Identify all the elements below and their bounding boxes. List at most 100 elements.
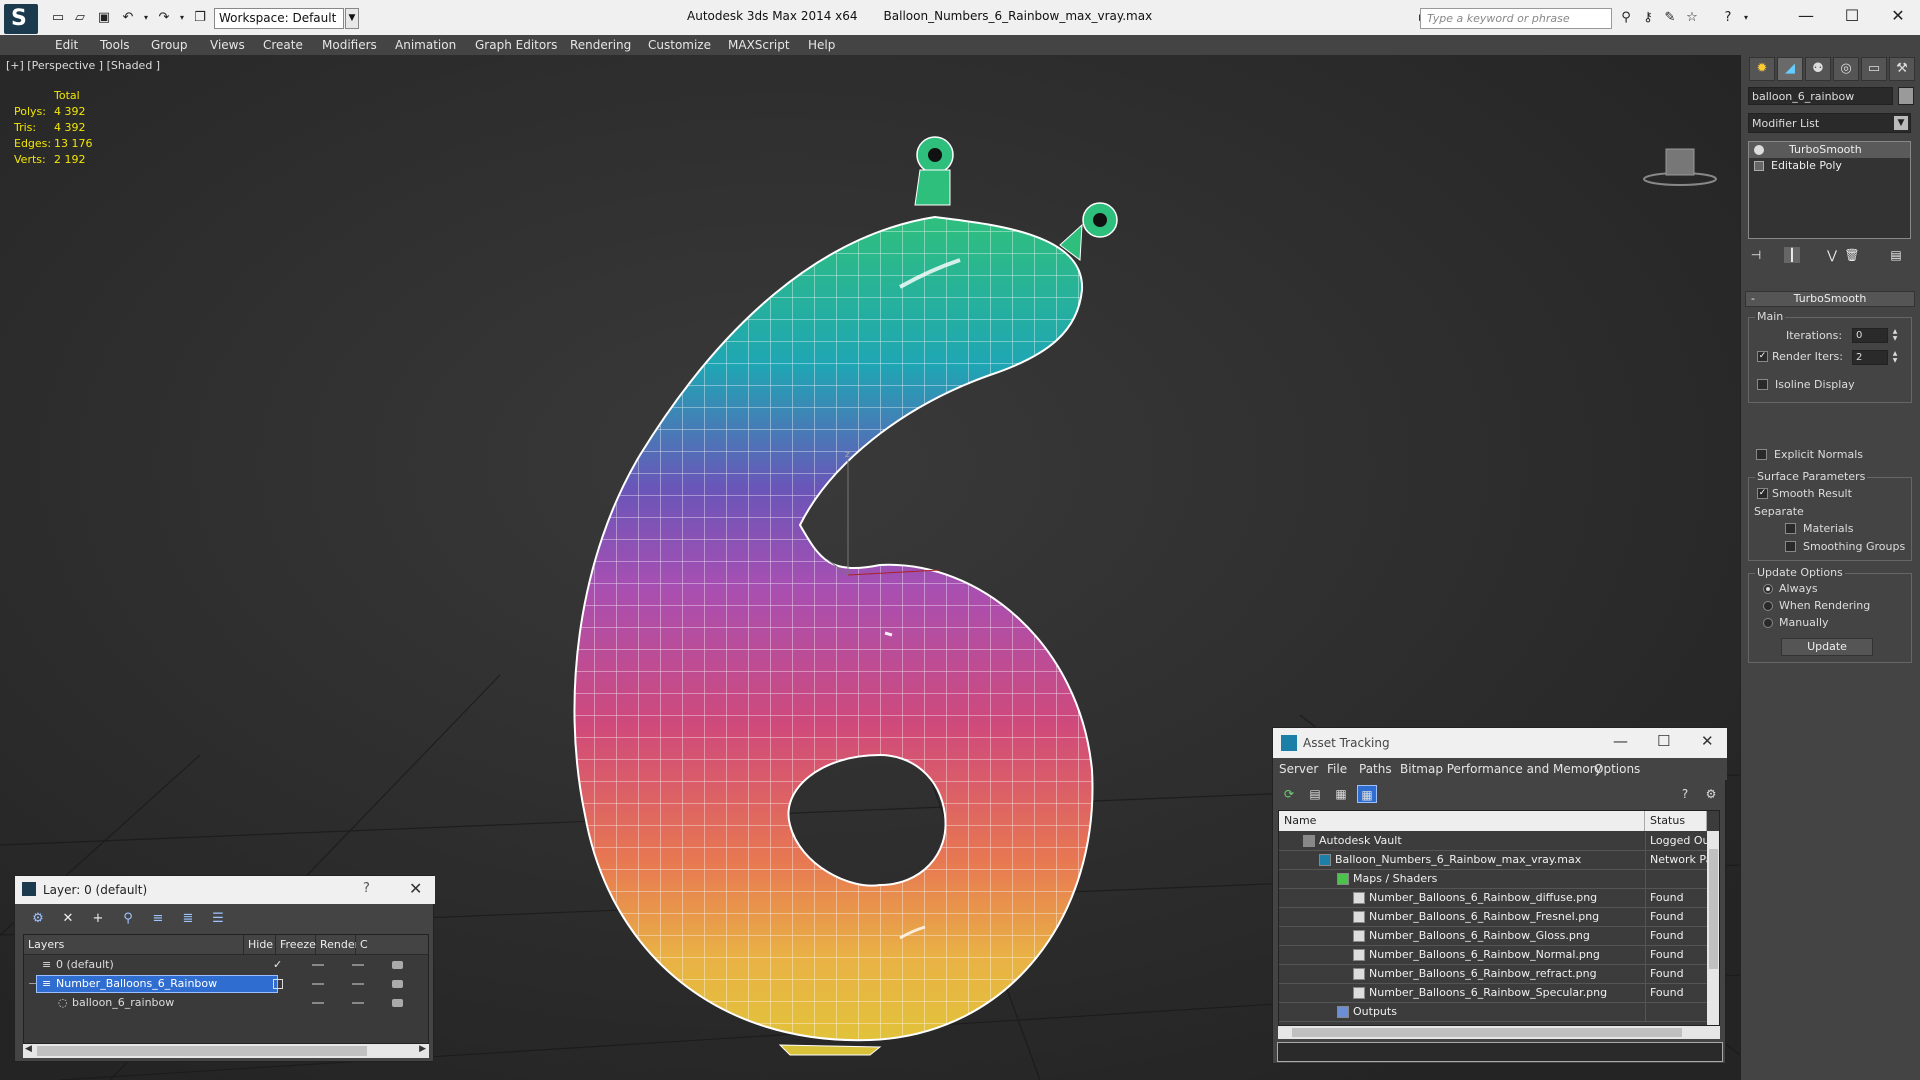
expand-plus-icon[interactable] <box>1754 161 1764 171</box>
layer-settings-icon[interactable]: ⚙ <box>29 910 47 928</box>
favorites-star-icon[interactable]: ☆ <box>1684 11 1700 25</box>
scroll-thumb[interactable] <box>1709 849 1718 969</box>
open-file-icon[interactable]: ▱ <box>72 11 88 25</box>
iterations-spinner[interactable]: 0 <box>1852 328 1888 343</box>
menu-group[interactable]: Group <box>151 38 188 52</box>
always-radio[interactable] <box>1763 584 1773 594</box>
hide-toggle[interactable] <box>312 964 324 966</box>
scroll-right-icon[interactable]: ▶ <box>419 1044 426 1054</box>
hide-toggle[interactable] <box>312 983 324 985</box>
minimize-button[interactable]: — <box>1613 732 1628 750</box>
close-button[interactable]: ✕ <box>1880 4 1916 28</box>
scroll-thumb[interactable] <box>37 1046 367 1056</box>
menu-graph-editors[interactable]: Graph Editors <box>475 38 557 52</box>
column-hide[interactable]: Hide <box>244 935 276 955</box>
show-end-result-icon[interactable]: ┃ <box>1784 247 1800 263</box>
when-rendering-radio[interactable] <box>1763 601 1773 611</box>
freeze-toggle[interactable] <box>352 1002 364 1004</box>
column-status[interactable]: Status <box>1645 811 1707 831</box>
hide-toggle[interactable] <box>312 1002 324 1004</box>
asset-tracking-titlebar[interactable]: Asset Tracking — ☐ ✕ <box>1273 728 1727 758</box>
add-layer-icon[interactable]: + <box>89 910 107 928</box>
menu-edit[interactable]: Edit <box>55 38 78 52</box>
scroll-thumb[interactable] <box>1292 1028 1682 1037</box>
maximize-button[interactable]: ☐ <box>1834 4 1870 28</box>
menu-maxscript[interactable]: MAXScript <box>728 38 790 52</box>
render-teapot-icon[interactable] <box>392 999 403 1007</box>
scroll-left-icon[interactable]: ◀ <box>25 1044 32 1054</box>
redo-dropdown-icon[interactable]: ▾ <box>174 11 190 25</box>
viewport-label[interactable]: [+] [Perspective ] [Shaded ] <box>6 59 160 72</box>
layer-dialog-titlebar[interactable]: Layer: 0 (default) ? ✕ <box>15 876 435 904</box>
menu-animation[interactable]: Animation <box>395 38 456 52</box>
object-name-field[interactable]: balloon_6_rainbow <box>1748 87 1893 105</box>
asset-horizontal-scrollbar[interactable] <box>1278 1026 1720 1039</box>
stack-item-turbosmooth[interactable]: TurboSmooth <box>1749 142 1910 158</box>
undo-icon[interactable]: ↶ <box>120 11 136 25</box>
asset-row[interactable]: Number_Balloons_6_Rainbow_Fresnel.png Fo… <box>1279 908 1707 927</box>
undo-dropdown-icon[interactable]: ▾ <box>138 11 154 25</box>
asset-row[interactable]: Outputs <box>1279 1003 1707 1022</box>
motion-tab-icon[interactable]: ◎ <box>1833 57 1859 81</box>
refresh-icon[interactable]: ⟳ <box>1279 785 1299 803</box>
help-dropdown-icon[interactable]: ▾ <box>1738 11 1754 25</box>
asset-row[interactable]: Number_Balloons_6_Rainbow_Normal.png Fou… <box>1279 946 1707 965</box>
menu-options[interactable]: Options <box>1594 762 1640 776</box>
active-layer-check-icon[interactable]: ✓ <box>273 956 282 974</box>
explicit-normals-checkbox[interactable] <box>1756 449 1767 460</box>
tree-view-icon[interactable]: ▦ <box>1331 785 1351 803</box>
freeze-toggle[interactable] <box>352 964 364 966</box>
menu-bitmap-performance[interactable]: Bitmap Performance and Memory <box>1400 762 1602 776</box>
layer-row-default[interactable]: ≡ 0 (default) ✓ <box>24 956 428 974</box>
settings-icon[interactable]: ⚙ <box>1701 785 1721 803</box>
column-layers[interactable]: Layers <box>24 935 244 955</box>
render-iters-checkbox[interactable]: ✓ <box>1757 351 1768 362</box>
freeze-toggle[interactable] <box>352 983 364 985</box>
menu-file[interactable]: File <box>1327 762 1347 776</box>
help-icon[interactable]: ? <box>1720 11 1736 25</box>
minimize-button[interactable]: — <box>1788 4 1824 28</box>
workspace-dropdown-button[interactable]: ▼ <box>345 8 359 29</box>
asset-row[interactable]: Number_Balloons_6_Rainbow_refract.png Fo… <box>1279 965 1707 984</box>
menu-modifiers[interactable]: Modifiers <box>322 38 377 52</box>
app-menu-button[interactable]: S <box>4 4 38 34</box>
list-view-icon[interactable]: ▤ <box>1305 785 1325 803</box>
menu-create[interactable]: Create <box>263 38 303 52</box>
render-teapot-icon[interactable] <box>392 961 403 969</box>
modifier-list-dropdown[interactable]: Modifier List ▼ <box>1748 113 1911 133</box>
active-layer-box-icon[interactable] <box>273 979 283 989</box>
menu-customize[interactable]: Customize <box>648 38 711 52</box>
column-name[interactable]: Name <box>1279 811 1645 831</box>
delete-layer-icon[interactable]: ✕ <box>59 910 77 928</box>
communication-icon[interactable]: ✎ <box>1662 11 1678 25</box>
maximize-button[interactable]: ☐ <box>1657 732 1670 750</box>
select-objects-icon[interactable]: ⚲ <box>119 910 137 928</box>
layer-row-number-balloons[interactable]: − ≡ Number_Balloons_6_Rainbow <box>24 975 428 993</box>
utilities-tab-icon[interactable]: ⚒ <box>1889 57 1915 81</box>
project-folder-icon[interactable]: ❐ <box>192 11 208 25</box>
search-input[interactable]: Type a keyword or phrase <box>1420 8 1612 29</box>
manually-radio[interactable] <box>1763 618 1773 628</box>
column-freeze[interactable]: Freeze <box>276 935 316 955</box>
save-icon[interactable]: ▣ <box>96 11 112 25</box>
help-icon[interactable]: ? <box>1675 785 1695 803</box>
layer-horizontal-scrollbar[interactable]: ◀ ▶ <box>23 1044 429 1058</box>
render-teapot-icon[interactable] <box>392 980 403 988</box>
rollout-header[interactable]: - TurboSmooth <box>1745 291 1915 307</box>
menu-paths[interactable]: Paths <box>1359 762 1392 776</box>
make-unique-icon[interactable]: ⋁ <box>1824 247 1840 263</box>
highlight-layer-icon[interactable]: ≡ <box>149 910 167 928</box>
asset-row[interactable]: Number_Balloons_6_Rainbow_diffuse.png Fo… <box>1279 889 1707 908</box>
asset-row[interactable]: Number_Balloons_6_Rainbow_Gloss.png Foun… <box>1279 927 1707 946</box>
configure-sets-icon[interactable]: ▤ <box>1888 247 1904 263</box>
asset-row[interactable]: Maps / Shaders <box>1279 870 1707 889</box>
collapse-icon[interactable]: − <box>28 975 37 993</box>
display-tab-icon[interactable]: ▭ <box>1861 57 1887 81</box>
smooth-result-checkbox[interactable]: ✓ <box>1757 488 1768 499</box>
help-icon[interactable]: ? <box>363 881 370 896</box>
asset-row[interactable]: Number_Balloons_6_Rainbow_Specular.png F… <box>1279 984 1707 1003</box>
spinner-arrows-icon[interactable]: ▲ ▼ <box>1890 328 1900 343</box>
freeze-all-icon[interactable]: ☰ <box>209 910 227 928</box>
asset-vertical-scrollbar[interactable] <box>1707 831 1719 1025</box>
close-button[interactable]: ✕ <box>1701 732 1714 750</box>
